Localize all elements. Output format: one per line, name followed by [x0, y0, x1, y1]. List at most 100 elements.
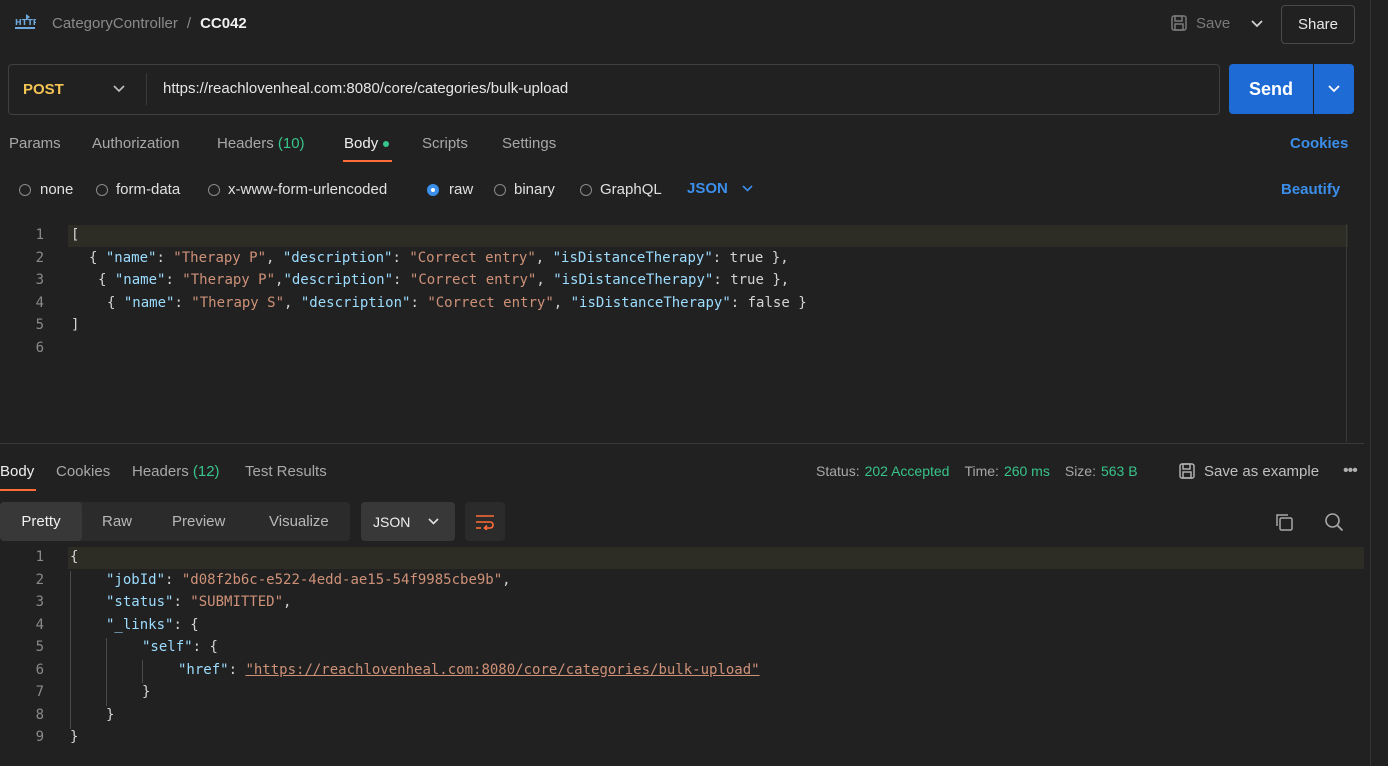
- url-input[interactable]: https://reachlovenheal.com:8080/core/cat…: [163, 80, 568, 97]
- body-type-graphql[interactable]: GraphQL: [580, 181, 662, 198]
- code-line: { "name": "Therapy P", "description": "C…: [71, 250, 807, 273]
- status-value[interactable]: 202 Accepted: [865, 463, 950, 479]
- json-key: "href": [178, 661, 229, 678]
- save-as-example-button[interactable]: Save as example: [1178, 462, 1319, 480]
- share-label: Share: [1297, 16, 1339, 33]
- view-visualize[interactable]: Visualize: [269, 513, 329, 530]
- save-button[interactable]: Save: [1170, 14, 1230, 32]
- response-code: { "jobId": "d08f2b6c-e522-4edd-ae15-54f9…: [70, 549, 760, 752]
- copy-icon: [1276, 514, 1293, 531]
- response-tab-headers[interactable]: Headers (12): [132, 463, 220, 480]
- tab-body[interactable]: Body: [344, 135, 390, 152]
- url-divider: [146, 73, 147, 105]
- search-icon: [1325, 513, 1344, 532]
- code-line: }: [70, 729, 760, 752]
- request-name[interactable]: CC042: [200, 15, 247, 32]
- tab-params[interactable]: Params: [9, 135, 61, 152]
- tab-headers-count: (10): [277, 135, 305, 152]
- json-value: "SUBMITTED": [190, 594, 284, 610]
- pane-divider[interactable]: [0, 443, 1364, 444]
- breadcrumb: CategoryController / CC042: [52, 15, 247, 32]
- view-preview[interactable]: Preview: [172, 513, 225, 530]
- body-type-none[interactable]: none: [19, 181, 73, 198]
- code-line: {: [70, 549, 760, 572]
- tab-scripts[interactable]: Scripts: [422, 135, 468, 152]
- radio-urlencoded-label: x-www-form-urlencoded: [228, 181, 388, 198]
- svg-text:HTTP: HTTP: [15, 18, 36, 27]
- json-link-value[interactable]: "https://reachlovenheal.com:8080/core/ca…: [245, 662, 759, 678]
- body-modified-dot: [383, 140, 390, 147]
- body-type-urlencoded[interactable]: x-www-form-urlencoded: [208, 181, 387, 198]
- body-format-label: JSON: [687, 180, 728, 197]
- response-format-select[interactable]: JSON: [361, 502, 455, 541]
- radio-urlencoded[interactable]: [208, 183, 220, 196]
- wrap-lines-button[interactable]: [465, 502, 505, 541]
- json-brace: {: [70, 549, 79, 565]
- line-number: 6: [35, 339, 44, 356]
- method-select[interactable]: POST: [9, 65, 139, 113]
- editor-scrollbar[interactable]: [1346, 224, 1365, 442]
- code-line-text: [: [71, 227, 80, 243]
- send-options-button[interactable]: [1314, 64, 1354, 114]
- line-number: 1: [35, 549, 44, 565]
- more-options-icon[interactable]: •••: [1343, 462, 1358, 480]
- body-format-select[interactable]: JSON: [687, 180, 753, 197]
- view-pretty-label: Pretty: [21, 513, 61, 530]
- time-value[interactable]: 260 ms: [1004, 463, 1050, 479]
- body-type-binary[interactable]: binary: [494, 181, 555, 198]
- response-tab-test-results[interactable]: Test Results: [245, 463, 327, 480]
- response-tab-body-underline: [0, 489, 36, 491]
- radio-none[interactable]: [19, 183, 31, 196]
- view-pretty[interactable]: Pretty: [0, 502, 82, 541]
- code-line: "_links": {: [106, 616, 199, 633]
- line-number: 6: [35, 661, 44, 678]
- code-line: ]: [71, 317, 807, 340]
- right-scrollbar[interactable]: [1370, 0, 1388, 766]
- share-button[interactable]: Share: [1281, 5, 1355, 44]
- chevron-down-icon: [1328, 85, 1340, 93]
- line-number: 2: [35, 249, 44, 266]
- json-brace: {: [190, 616, 199, 633]
- json-key: "self": [142, 639, 193, 655]
- chevron-down-icon: [428, 518, 439, 525]
- json-brace: }: [70, 729, 79, 745]
- breadcrumb-parent[interactable]: CategoryController: [52, 15, 178, 32]
- response-format-label: JSON: [373, 513, 411, 530]
- app-icon: HTTP: [14, 13, 39, 35]
- size-value[interactable]: 563 B: [1101, 463, 1138, 479]
- tab-authorization[interactable]: Authorization: [92, 135, 180, 152]
- response-tab-headers-label: Headers: [132, 463, 189, 480]
- radio-raw[interactable]: [427, 183, 439, 196]
- beautify-button[interactable]: Beautify: [1281, 181, 1340, 198]
- send-button[interactable]: Send: [1229, 64, 1313, 114]
- tab-headers-label: Headers: [217, 135, 274, 152]
- body-type-raw[interactable]: raw: [427, 181, 473, 198]
- wrap-lines-icon: [476, 514, 494, 530]
- save-dropdown-button[interactable]: [1242, 6, 1272, 42]
- radio-graphql[interactable]: [580, 183, 592, 196]
- line-number: 1: [35, 227, 44, 243]
- json-brace: }: [106, 706, 115, 723]
- code-line: "self": {: [142, 639, 218, 655]
- radio-graphql-label: GraphQL: [600, 181, 662, 198]
- code-line: }: [70, 707, 760, 730]
- cookies-link[interactable]: Cookies: [1290, 135, 1348, 152]
- code-line-text: { "name": "Therapy P","description": "Co…: [98, 272, 790, 289]
- body-type-form-data[interactable]: form-data: [96, 181, 180, 198]
- tab-headers[interactable]: Headers (10): [217, 135, 305, 152]
- status-label: Status:: [816, 463, 860, 479]
- tab-settings[interactable]: Settings: [502, 135, 556, 152]
- search-button[interactable]: [1324, 512, 1344, 536]
- radio-form-data[interactable]: [96, 183, 108, 196]
- response-tab-cookies[interactable]: Cookies: [56, 463, 110, 480]
- request-code: [ { "name": "Therapy P", "description": …: [71, 227, 807, 363]
- response-tab-body[interactable]: Body: [0, 463, 34, 480]
- chevron-down-icon: [113, 85, 125, 93]
- json-key: "status": [106, 594, 174, 610]
- line-number: 3: [35, 272, 44, 289]
- line-number: 5: [35, 639, 44, 655]
- view-raw[interactable]: Raw: [102, 513, 132, 530]
- radio-binary[interactable]: [494, 183, 506, 196]
- size-label: Size:: [1064, 463, 1096, 479]
- copy-button[interactable]: [1274, 512, 1294, 536]
